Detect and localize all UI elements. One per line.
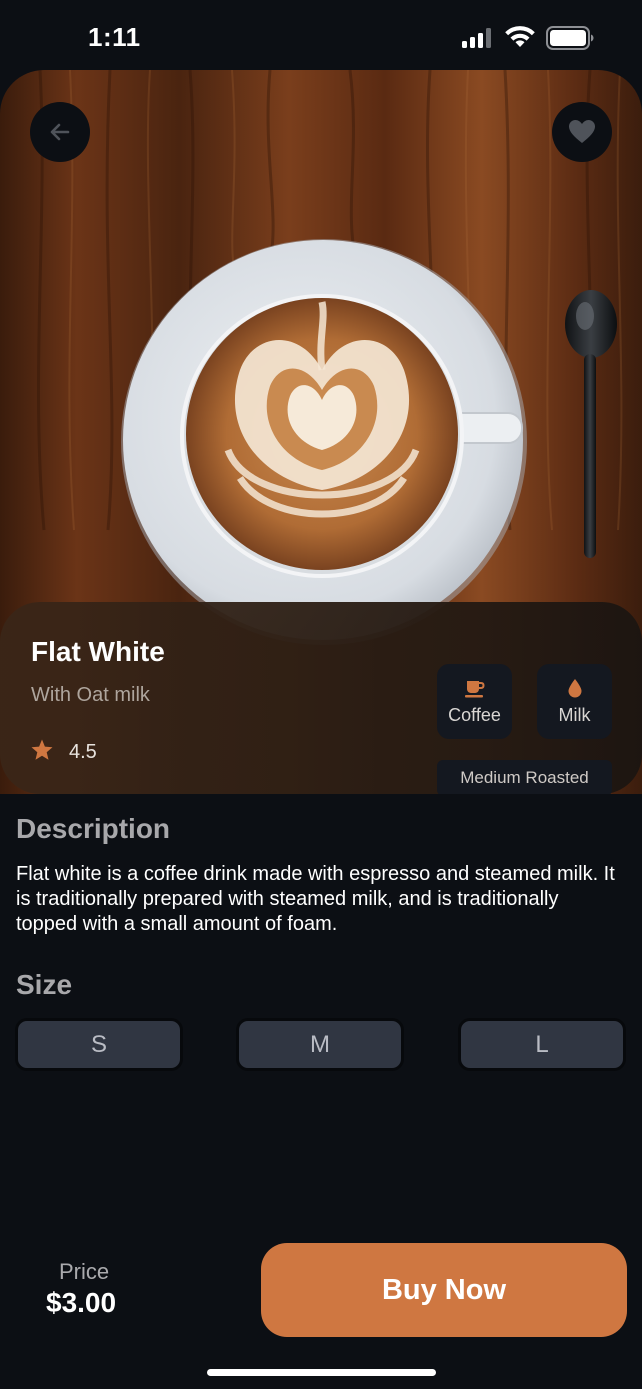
milk-type-chip: Milk xyxy=(537,664,612,739)
rating-value: 4.5 xyxy=(69,741,97,763)
product-info-panel: Flat White With Oat milk 4.5 Coffee Milk xyxy=(0,602,642,794)
milk-chip-label: Milk xyxy=(558,705,591,725)
heart-icon xyxy=(569,120,595,143)
description-text: Flat white is a coffee drink made with e… xyxy=(16,863,615,935)
cellular-signal-icon xyxy=(462,28,491,48)
price-value: $3.00 xyxy=(46,1287,117,1318)
battery-icon xyxy=(546,26,594,50)
roast-badge: Medium Roasted xyxy=(437,760,612,794)
home-indicator xyxy=(207,1369,436,1376)
size-title: Size xyxy=(16,969,73,1000)
favorite-button[interactable] xyxy=(552,102,612,162)
size-option-m[interactable]: M xyxy=(236,1018,404,1071)
wifi-icon xyxy=(505,26,535,47)
coffee-type-chip: Coffee xyxy=(437,664,512,739)
status-bar: 1:11 xyxy=(0,0,642,72)
back-button[interactable] xyxy=(30,102,90,162)
star-icon xyxy=(31,739,53,760)
size-option-l[interactable]: L xyxy=(458,1018,626,1071)
product-subtitle: With Oat milk xyxy=(31,684,150,706)
buy-now-button[interactable]: Buy Now xyxy=(261,1243,627,1337)
description-title: Description xyxy=(16,813,171,844)
status-time: 1:11 xyxy=(88,22,141,52)
size-option-s[interactable]: S xyxy=(15,1018,183,1071)
coffee-cup-icon xyxy=(464,681,485,698)
milk-drop-icon xyxy=(568,679,581,698)
price-label: Price xyxy=(59,1259,110,1284)
product-name: Flat White xyxy=(31,636,165,667)
product-detail-screen: 1:11 Flat White With Oat milk 4.5 Coffee… xyxy=(0,0,642,1389)
coffee-chip-label: Coffee xyxy=(448,705,501,725)
arrow-left-icon xyxy=(50,123,70,141)
hero-image-area: Flat White With Oat milk 4.5 Coffee Milk xyxy=(0,70,642,794)
